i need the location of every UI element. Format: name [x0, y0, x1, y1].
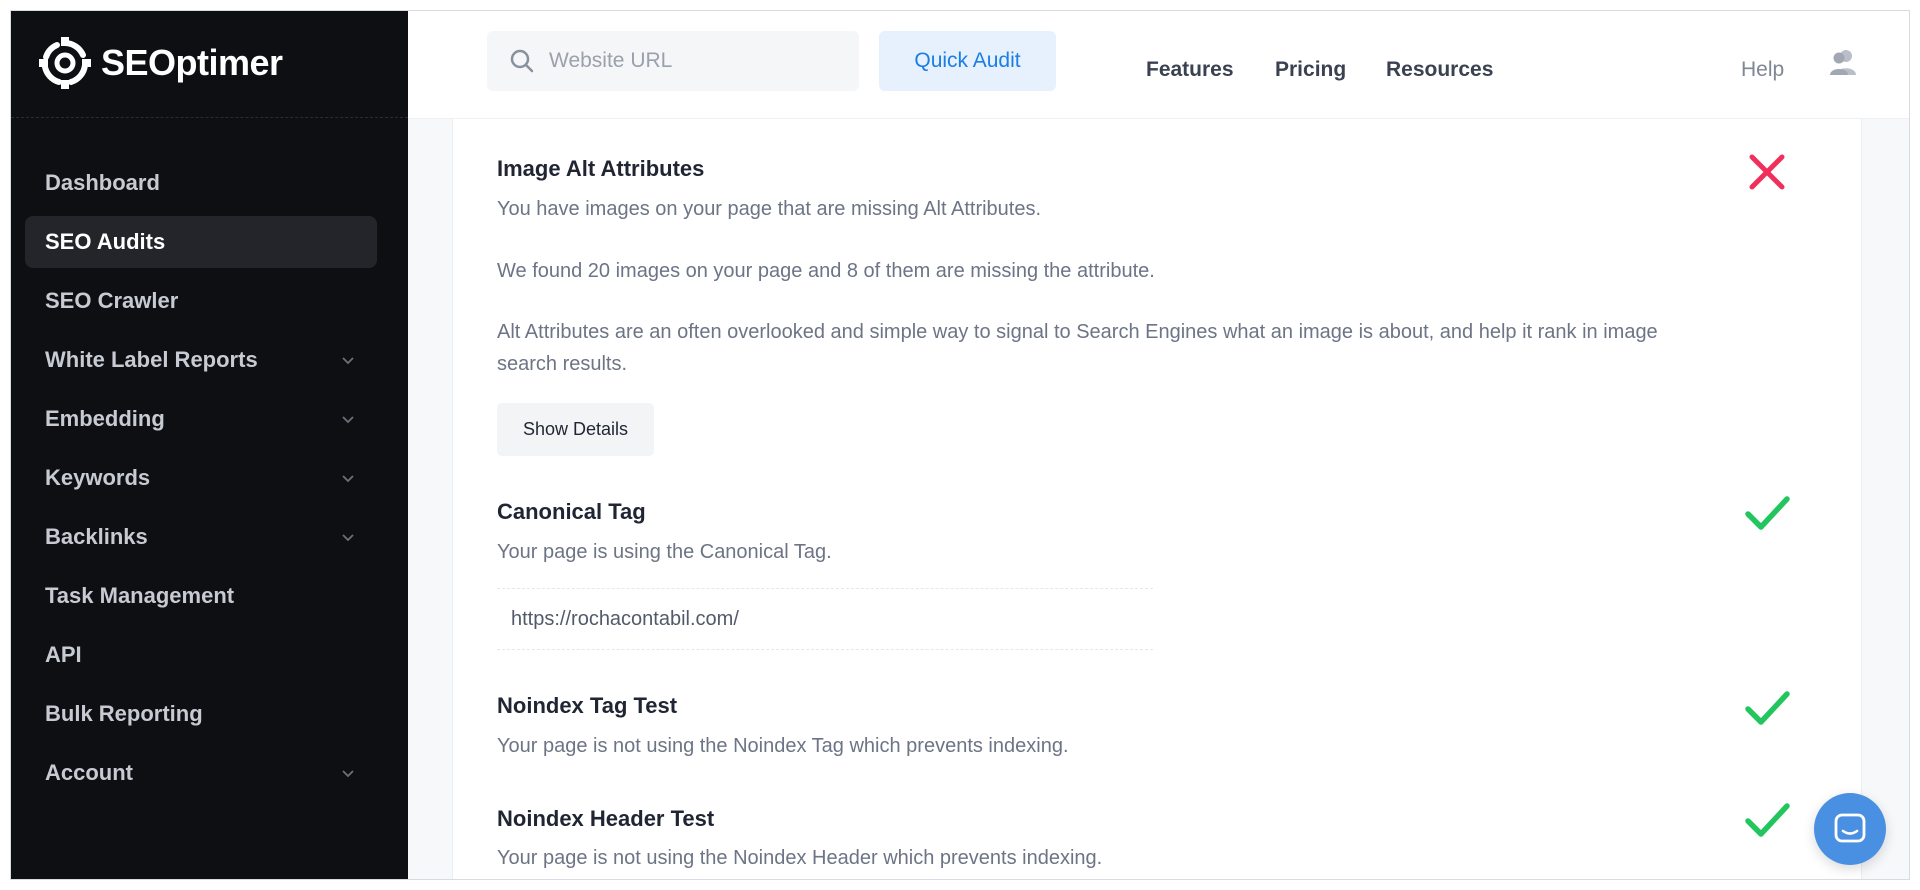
- section-text: Your page is using the Canonical Tag.: [497, 541, 832, 563]
- chevron-down-icon: [342, 534, 354, 542]
- sidebar-item-label: Account: [45, 760, 133, 785]
- top-header: Quick Audit Features Pricing Resources H…: [408, 11, 1909, 119]
- checkmark-icon: [1745, 496, 1790, 530]
- audit-content: Image Alt Attributes You have images on …: [452, 119, 1862, 879]
- sidebar-item-account[interactable]: Account: [25, 747, 377, 799]
- checkmark-icon: [1745, 691, 1790, 725]
- sidebar-item-api[interactable]: API: [25, 629, 377, 681]
- help-link[interactable]: Help: [1741, 58, 1784, 82]
- checkmark-icon: [1745, 803, 1790, 837]
- nav-link-pricing[interactable]: Pricing: [1275, 58, 1346, 82]
- app-frame: SEOptimer Dashboard SEO Audits SEO Crawl…: [10, 10, 1910, 880]
- section-text: You have images on your page that are mi…: [497, 198, 1042, 220]
- sidebar-item-label: Task Management: [45, 583, 235, 608]
- sidebar-item-label: Keywords: [45, 465, 151, 490]
- canonical-section: Canonical Tag: [497, 499, 1677, 525]
- sidebar-item-label: SEO Crawler: [45, 288, 179, 313]
- sidebar-item-seo-crawler[interactable]: SEO Crawler: [25, 275, 377, 327]
- brand-name: SEOptimer: [101, 42, 283, 83]
- search-box: [487, 31, 859, 91]
- search-icon: [510, 49, 534, 73]
- sidebar-nav: Dashboard SEO Audits SEO Crawler White L…: [25, 157, 377, 806]
- chevron-down-icon: [342, 475, 354, 483]
- canonical-url: https://rochacontabil.com/: [497, 588, 1153, 650]
- sidebar-item-keywords[interactable]: Keywords: [25, 452, 377, 504]
- chat-button[interactable]: [1814, 793, 1886, 865]
- sidebar-item-label: Dashboard: [45, 170, 160, 195]
- sidebar-item-label: API: [45, 642, 82, 667]
- noindex-tag-section: Noindex Tag Test: [497, 693, 1677, 719]
- sidebar-item-dashboard[interactable]: Dashboard: [25, 157, 377, 209]
- sidebar-item-bulk-reporting[interactable]: Bulk Reporting: [25, 688, 377, 740]
- sidebar-divider: [11, 117, 408, 118]
- sidebar-item-label: White Label Reports: [45, 347, 258, 372]
- noindex-header-section: Noindex Header Test: [497, 806, 1677, 832]
- nav-link-features[interactable]: Features: [1146, 58, 1234, 82]
- section-text: Your page is not using the Noindex Tag w…: [497, 735, 1069, 757]
- section-text: Alt Attributes are an often overlooked a…: [497, 321, 1658, 375]
- nav-link-resources[interactable]: Resources: [1386, 58, 1493, 82]
- section-title: Image Alt Attributes: [497, 156, 705, 181]
- x-mark-icon: [1749, 154, 1785, 190]
- image-alt-section: Image Alt Attributes: [497, 156, 1677, 182]
- sidebar-item-label: Bulk Reporting: [45, 701, 203, 726]
- chevron-down-icon: [342, 357, 354, 365]
- brand-logo[interactable]: SEOptimer: [37, 33, 283, 93]
- section-title: Noindex Header Test: [497, 806, 715, 831]
- sidebar-item-backlinks[interactable]: Backlinks: [25, 511, 377, 563]
- website-url-input[interactable]: [549, 49, 829, 73]
- section-title: Canonical Tag: [497, 499, 646, 524]
- quick-audit-button[interactable]: Quick Audit: [879, 31, 1056, 91]
- user-group-icon[interactable]: [1828, 47, 1858, 77]
- section-text: Your page is not using the Noindex Heade…: [497, 847, 1103, 869]
- sidebar-item-label: SEO Audits: [45, 229, 166, 254]
- sidebar: SEOptimer Dashboard SEO Audits SEO Crawl…: [11, 11, 408, 879]
- chevron-down-icon: [342, 770, 354, 778]
- sidebar-item-embedding[interactable]: Embedding: [25, 393, 377, 445]
- sidebar-item-seo-audits[interactable]: SEO Audits: [25, 216, 377, 268]
- section-title: Noindex Tag Test: [497, 693, 678, 718]
- sidebar-item-label: Backlinks: [45, 524, 148, 549]
- gear-logo-icon: [39, 37, 91, 89]
- chat-bubble-icon: [1834, 813, 1866, 843]
- chevron-down-icon: [342, 416, 354, 424]
- show-details-button[interactable]: Show Details: [497, 403, 654, 456]
- sidebar-item-task-management[interactable]: Task Management: [25, 570, 377, 622]
- sidebar-item-label: Embedding: [45, 406, 165, 431]
- sidebar-item-white-label-reports[interactable]: White Label Reports: [25, 334, 377, 386]
- section-text: We found 20 images on your page and 8 of…: [497, 260, 1155, 282]
